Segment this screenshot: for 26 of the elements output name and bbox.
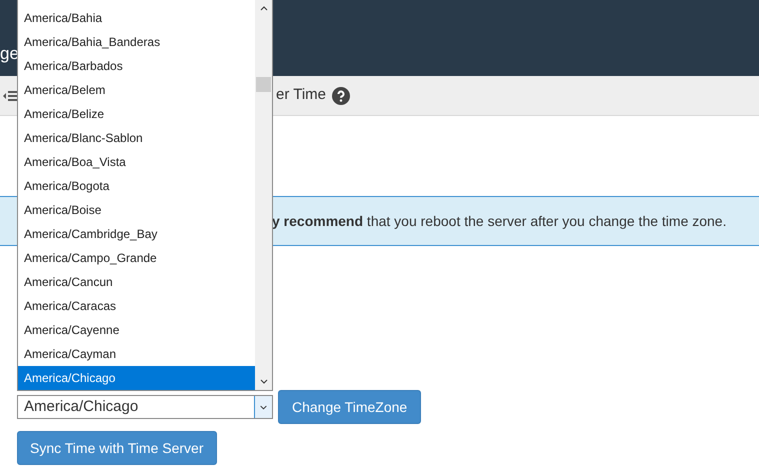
timezone-option[interactable]: America/Cayenne [18,318,255,342]
sync-time-button[interactable]: Sync Time with Time Server [17,431,216,465]
timezone-option[interactable]: America/Cancun [18,270,255,294]
chevron-down-icon [254,396,272,418]
timezone-option[interactable]: America/Chicago [18,366,255,390]
timezone-option[interactable]: America/Campo_Grande [18,246,255,270]
timezone-option[interactable]: America/Cayman [18,342,255,366]
timezone-option[interactable]: America/Bahia_Banderas [18,30,255,54]
scrollbar-thumb[interactable] [256,77,271,92]
scrollbar[interactable] [255,0,272,390]
page-title: er Time [276,85,326,106]
timezone-option[interactable]: America/Barbados [18,54,255,78]
timezone-option[interactable]: America/Caracas [18,294,255,318]
timezone-select[interactable]: America/Chicago [17,395,273,419]
timezone-option[interactable]: America/Blanc-Sablon [18,126,255,150]
timezone-option[interactable]: America/Bahia [18,6,255,30]
timezone-option[interactable]: America/Belize [18,102,255,126]
alert-text: y recommend that you reboot the server after you change the time zone. [272,212,726,231]
change-timezone-button[interactable]: Change TimeZone [278,390,422,424]
list-icon[interactable] [3,88,17,102]
timezone-option[interactable]: America/Belem [18,78,255,102]
timezone-option[interactable]: America/Bogota [18,174,255,198]
timezone-option[interactable]: America/Boise [18,198,255,222]
help-icon[interactable] [332,86,350,104]
timezone-option[interactable]: America/Cambridge_Bay [18,222,255,246]
timezone-option[interactable]: America/Boa_Vista [18,150,255,174]
